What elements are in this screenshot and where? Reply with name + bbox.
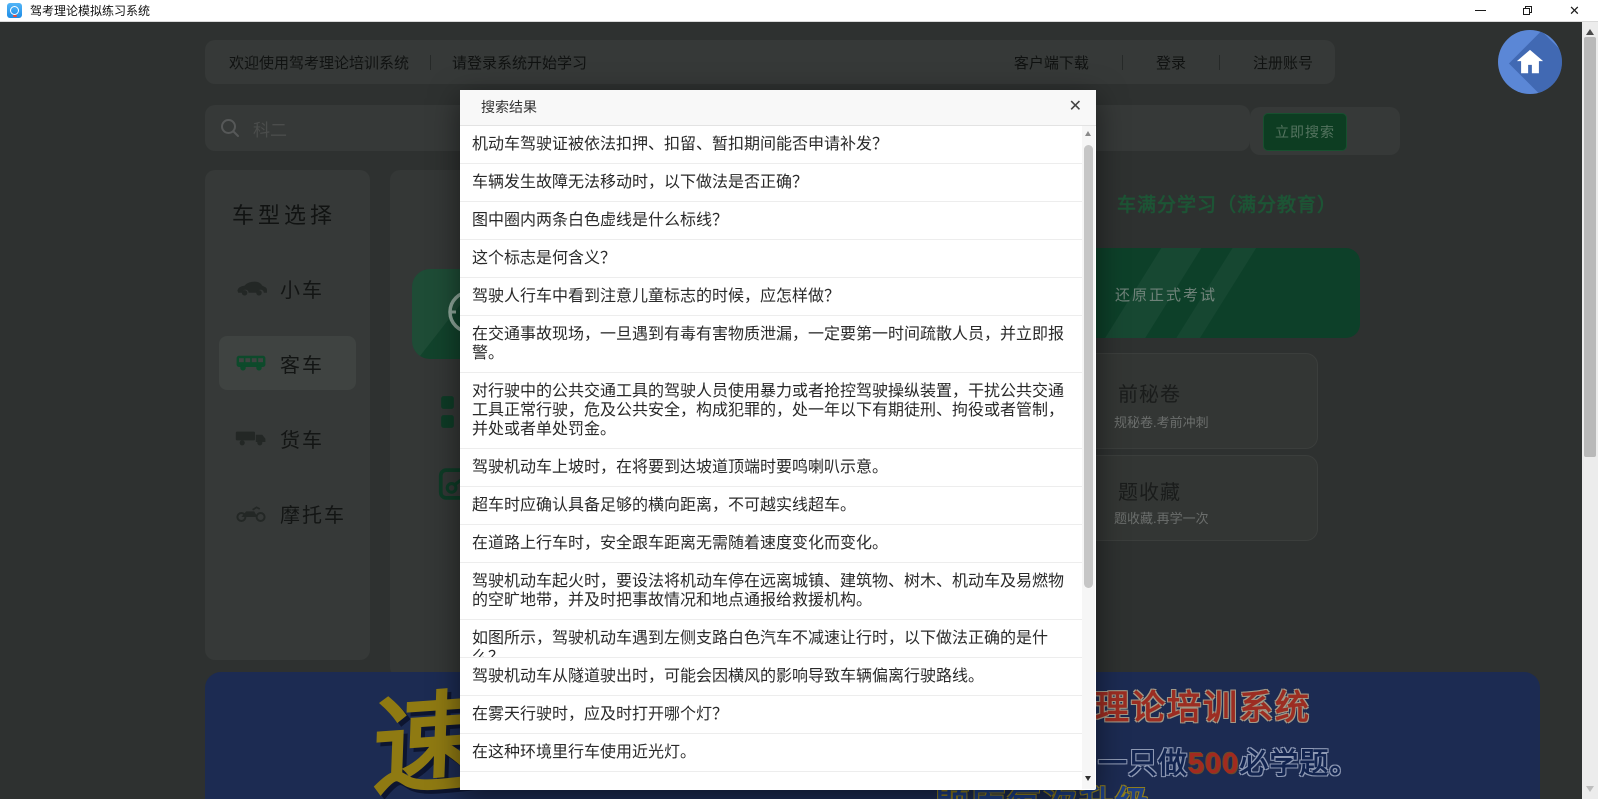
fullmark-study-title: 车满分学习（满分教育） bbox=[1117, 190, 1337, 217]
scroll-up-icon[interactable] bbox=[1586, 29, 1594, 35]
scroll-down-icon[interactable] bbox=[1586, 786, 1594, 792]
scroll-down-icon[interactable] bbox=[1085, 776, 1091, 781]
motorcycle-icon bbox=[235, 503, 267, 523]
sidebar-item-label: 客车 bbox=[280, 349, 324, 378]
window-scrollbar-thumb[interactable] bbox=[1584, 37, 1596, 457]
search-result-item[interactable]: 超车时应确认具备足够的横向距离，不可越实线超车。 bbox=[460, 487, 1082, 525]
modal-header: 搜索结果 ✕ bbox=[460, 90, 1096, 126]
vehicle-type-sidebar: 车型选择 小车 客车 bbox=[205, 170, 370, 660]
app-window: 驾考理论模拟练习系统 ✕ 欢迎使用驾考理论培训系统 ｜ 请登录系统开始学习 客户… bbox=[0, 0, 1598, 799]
search-results-modal: 搜索结果 ✕ 机动车驾驶证被依法扣押、扣留、暂扣期间能否申请补发？车辆发生故障无… bbox=[460, 90, 1096, 790]
search-result-item[interactable]: 图中圈内两条白色虚线是什么标线？ bbox=[460, 202, 1082, 240]
sidebar-item-car[interactable]: 小车 bbox=[219, 261, 356, 315]
search-result-item[interactable]: 在道路上行车时，安全跟车距离无需随着速度变化而变化。 bbox=[460, 525, 1082, 563]
login-hint-text: 请登录系统开始学习 bbox=[452, 52, 587, 73]
search-result-item[interactable]: 驾驶人行车中看到注意儿童标志的时候，应怎样做？ bbox=[460, 278, 1082, 316]
sidebar-title: 车型选择 bbox=[232, 198, 336, 230]
app-icon bbox=[7, 3, 22, 18]
minimize-icon bbox=[1475, 10, 1486, 12]
search-result-item[interactable]: 驾驶机动车上坡时，在将要到达坡道顶端时要鸣喇叭示意。 bbox=[460, 449, 1082, 487]
search-result-item[interactable]: 驾驶机动车起火时，要设法将机动车停在远离城镇、建筑物、树木、机动车及易燃物的空旷… bbox=[460, 563, 1082, 620]
sidebar-item-label: 货车 bbox=[280, 424, 324, 453]
card-subtitle: 题收藏.再学一次 bbox=[1114, 508, 1209, 527]
search-submit-button[interactable]: 立即搜索 bbox=[1263, 113, 1347, 151]
restore-button[interactable] bbox=[1504, 0, 1551, 22]
search-result-item[interactable]: 在这种环境里行车使用近光灯。 bbox=[460, 734, 1082, 772]
search-result-item[interactable]: 驾驶机动车从隧道驶出时，可能会因横风的影响导致车辆偏离行驶路线。 bbox=[460, 658, 1082, 696]
window-titlebar: 驾考理论模拟练习系统 ✕ bbox=[0, 0, 1598, 22]
scroll-up-icon[interactable] bbox=[1085, 131, 1091, 136]
card-title: 题收藏 bbox=[1118, 476, 1181, 505]
search-result-item[interactable]: 车辆发生故障无法移动时，以下做法是否正确？ bbox=[460, 164, 1082, 202]
search-result-item[interactable]: 在雾天行驶时，应及时打开哪个灯？ bbox=[460, 696, 1082, 734]
truck-icon bbox=[235, 428, 267, 448]
client-download-link[interactable]: 客户端下载 bbox=[1014, 52, 1089, 73]
search-result-item[interactable]: 机动车驾驶证被依法扣押、扣留、暂扣期间能否申请补发？ bbox=[460, 126, 1082, 164]
sidebar-item-motorcycle[interactable]: 摩托车 bbox=[219, 486, 356, 540]
search-result-item[interactable]: 如图所示，驾驶机动车遇到左侧支路白色汽车不减速让行时，以下做法正确的是什么？ bbox=[460, 620, 1082, 658]
search-result-item[interactable]: 这个标志是何含义？ bbox=[460, 240, 1082, 278]
promo-headline: 理论培训系统 bbox=[1095, 680, 1311, 729]
welcome-text: 欢迎使用驾考理论培训系统 bbox=[229, 52, 409, 73]
header-links: 客户端下载 ｜ 登录 ｜ 注册账号 bbox=[1014, 52, 1313, 73]
link-separator: ｜ bbox=[1212, 52, 1227, 73]
home-button[interactable] bbox=[1498, 30, 1562, 94]
sidebar-item-label: 摩托车 bbox=[280, 499, 346, 528]
search-result-item[interactable]: 在交通事故现场，一旦遇到有毒有害物质泄漏，一定要第一时间疏散人员，并立即报警。 bbox=[460, 316, 1082, 373]
close-button[interactable]: ✕ bbox=[1551, 0, 1598, 22]
modal-scrollbar[interactable] bbox=[1082, 126, 1095, 789]
exam-banner-label: 还原正式考试 bbox=[1115, 284, 1217, 305]
link-separator: ｜ bbox=[1115, 52, 1130, 73]
sidebar-item-truck[interactable]: 货车 bbox=[219, 411, 356, 465]
minimize-button[interactable] bbox=[1457, 0, 1504, 22]
window-controls: ✕ bbox=[1457, 0, 1598, 22]
window-scrollbar[interactable] bbox=[1582, 22, 1598, 799]
restore-icon bbox=[1523, 6, 1533, 16]
window-title: 驾考理论模拟练习系统 bbox=[30, 2, 150, 19]
search-icon bbox=[219, 117, 241, 139]
top-header-bar: 欢迎使用驾考理论培训系统 ｜ 请登录系统开始学习 客户端下载 ｜ 登录 ｜ 注册… bbox=[205, 40, 1335, 84]
modal-scrollbar-thumb[interactable] bbox=[1084, 145, 1093, 588]
search-button-panel: 立即搜索 bbox=[1250, 107, 1400, 155]
modal-close-icon[interactable]: ✕ bbox=[1069, 97, 1082, 117]
bus-icon bbox=[235, 353, 267, 373]
card-subtitle: 规秘卷.考前冲刺 bbox=[1114, 412, 1209, 431]
search-results-list: 机动车驾驶证被依法扣押、扣留、暂扣期间能否申请补发？车辆发生故障无法移动时，以下… bbox=[460, 126, 1082, 790]
login-link[interactable]: 登录 bbox=[1156, 52, 1186, 73]
modal-title: 搜索结果 bbox=[481, 90, 537, 125]
sidebar-item-label: 小车 bbox=[280, 274, 324, 303]
search-result-item[interactable]: 对行驶中的公共交通工具的驾驶人员使用暴力或者抢控驾驶操纵装置，干扰公共交通工具正… bbox=[460, 373, 1082, 449]
header-separator: ｜ bbox=[423, 52, 438, 73]
sidebar-item-bus[interactable]: 客车 bbox=[219, 336, 356, 390]
car-icon bbox=[235, 279, 267, 297]
register-link[interactable]: 注册账号 bbox=[1253, 52, 1313, 73]
card-title: 前秘卷 bbox=[1118, 378, 1181, 407]
home-icon bbox=[1515, 47, 1545, 77]
